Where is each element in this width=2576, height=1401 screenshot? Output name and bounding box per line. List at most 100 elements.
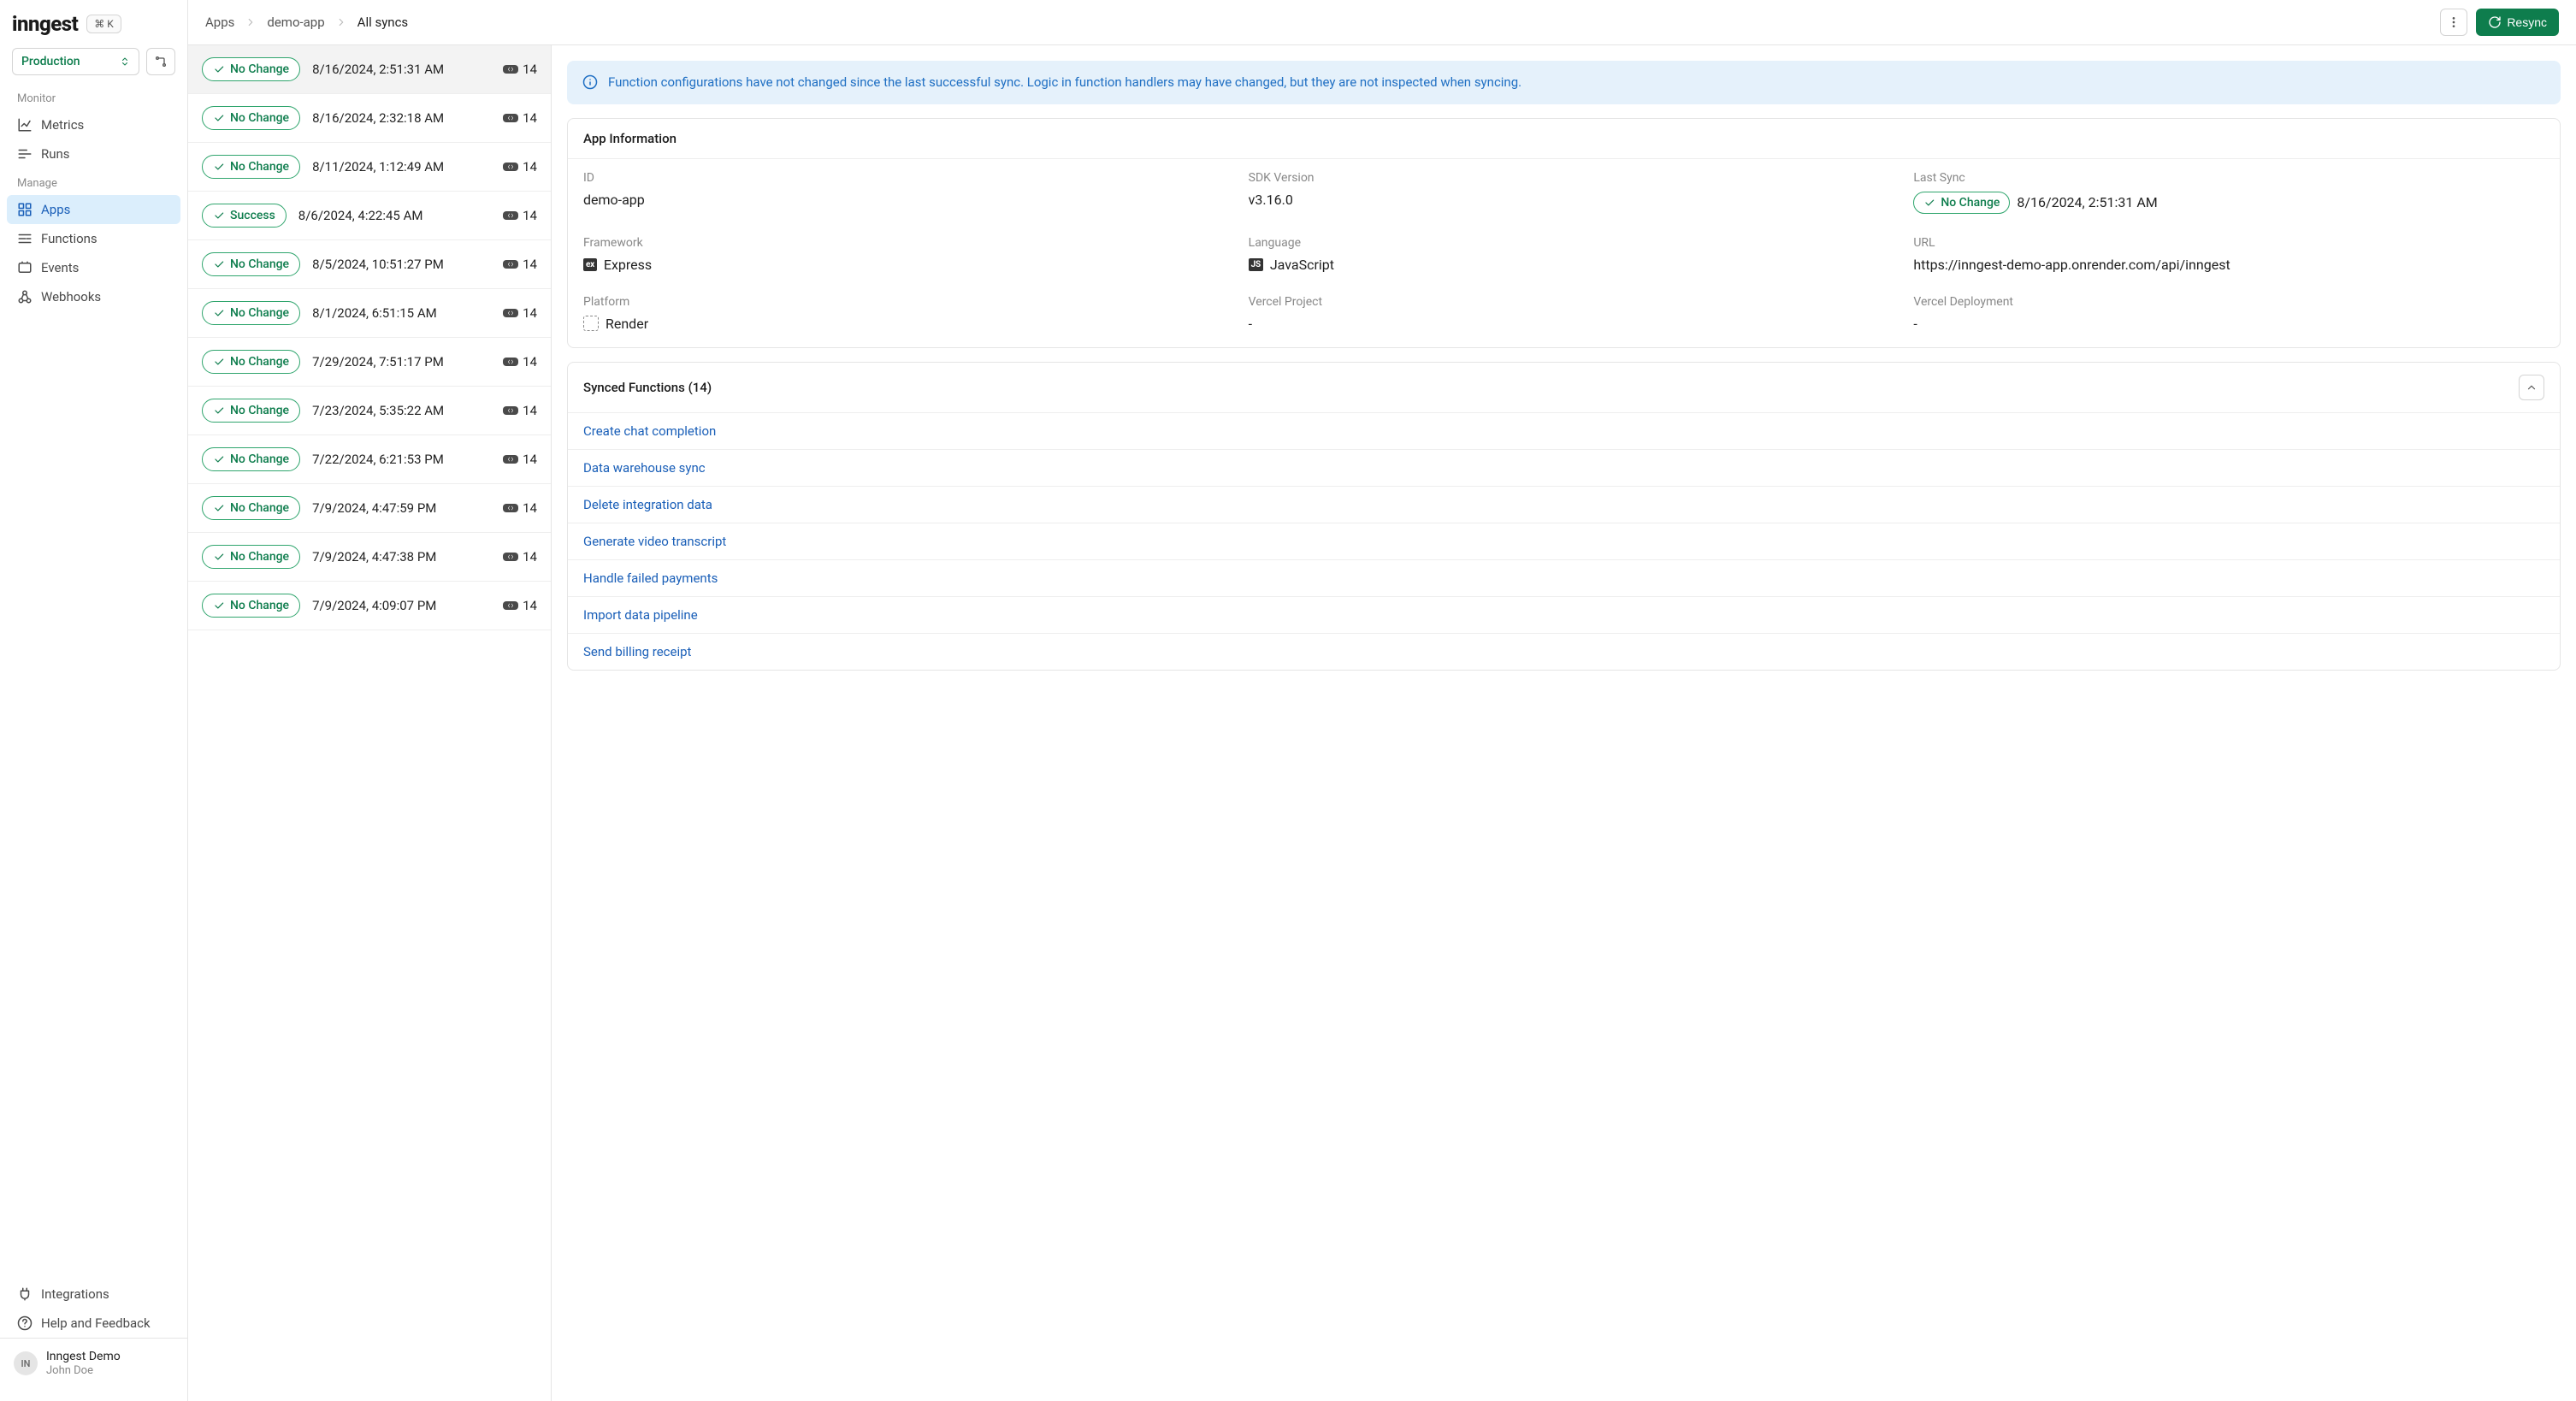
sync-count-value: 14 bbox=[523, 500, 537, 516]
sync-count-value: 14 bbox=[523, 110, 537, 126]
nav-label: Metrics bbox=[41, 117, 84, 133]
sync-item[interactable]: No Change 8/1/2024, 6:51:15 AM 14 bbox=[188, 289, 551, 338]
sync-status-pill: No Change bbox=[202, 350, 300, 374]
sync-status-pill: No Change bbox=[202, 252, 300, 276]
sync-count: 14 bbox=[503, 354, 537, 369]
sync-list: No Change 8/16/2024, 2:51:31 AM 14 No Ch… bbox=[188, 45, 552, 1401]
sync-count-value: 14 bbox=[523, 159, 537, 174]
sync-date: 7/9/2024, 4:47:38 PM bbox=[312, 549, 491, 565]
synced-functions-card: Synced Functions (14) Create chat comple… bbox=[567, 362, 2561, 671]
nav-label: Webhooks bbox=[41, 289, 101, 304]
check-icon bbox=[1923, 197, 1935, 209]
check-icon bbox=[213, 307, 225, 319]
nav-apps[interactable]: Apps bbox=[7, 195, 180, 224]
function-link[interactable]: Delete integration data bbox=[568, 487, 2560, 523]
platform-label: Platform bbox=[583, 295, 1214, 309]
nav-label: Help and Feedback bbox=[41, 1315, 151, 1331]
function-link[interactable]: Handle failed payments bbox=[568, 560, 2560, 597]
function-count-icon bbox=[503, 504, 518, 512]
javascript-icon: JS bbox=[1249, 258, 1263, 271]
nav-runs[interactable]: Runs bbox=[0, 139, 187, 168]
lastsync-status: No Change bbox=[1941, 196, 2000, 210]
select-caret-icon bbox=[120, 56, 130, 67]
sync-count: 14 bbox=[503, 403, 537, 418]
function-link[interactable]: Send billing receipt bbox=[568, 634, 2560, 670]
sync-item[interactable]: No Change 8/16/2024, 2:32:18 AM 14 bbox=[188, 94, 551, 143]
avatar: IN bbox=[14, 1351, 38, 1375]
check-icon bbox=[213, 551, 225, 563]
user-org: Inngest Demo bbox=[46, 1349, 121, 1364]
nav-webhooks[interactable]: Webhooks bbox=[0, 282, 187, 311]
environment-selector[interactable]: Production bbox=[12, 48, 139, 75]
user-menu[interactable]: IN Inngest Demo John Doe bbox=[0, 1338, 187, 1389]
nav-functions[interactable]: Functions bbox=[0, 224, 187, 253]
platform-value: Render bbox=[606, 316, 648, 332]
check-icon bbox=[213, 210, 225, 222]
sync-status-text: No Change bbox=[230, 306, 289, 320]
resync-button[interactable]: Resync bbox=[2476, 9, 2559, 36]
sync-item[interactable]: No Change 7/9/2024, 4:47:38 PM 14 bbox=[188, 533, 551, 582]
check-icon bbox=[213, 356, 225, 368]
breadcrumb-apps[interactable]: Apps bbox=[205, 15, 234, 30]
sync-count: 14 bbox=[503, 257, 537, 272]
function-count-icon bbox=[503, 163, 518, 171]
sync-status-text: No Change bbox=[230, 111, 289, 125]
lastsync-date: 8/16/2024, 2:51:31 AM bbox=[2017, 194, 2157, 210]
function-link[interactable]: Create chat completion bbox=[568, 413, 2560, 450]
sync-item[interactable]: No Change 7/9/2024, 4:47:59 PM 14 bbox=[188, 484, 551, 533]
url-value: https://inngest-demo-app.onrender.com/ap… bbox=[1913, 257, 2544, 273]
sync-status-pill: No Change bbox=[202, 106, 300, 130]
metrics-icon bbox=[17, 117, 32, 133]
sync-item[interactable]: No Change 7/29/2024, 7:51:17 PM 14 bbox=[188, 338, 551, 387]
more-actions-button[interactable] bbox=[2440, 9, 2467, 36]
command-k-shortcut[interactable]: ⌘ K bbox=[86, 15, 121, 33]
events-icon bbox=[17, 260, 32, 275]
function-count-icon bbox=[503, 406, 518, 415]
express-icon: ex bbox=[583, 258, 597, 271]
sync-date: 8/5/2024, 10:51:27 PM bbox=[312, 257, 491, 272]
breadcrumb-current: All syncs bbox=[357, 15, 409, 30]
sync-count-value: 14 bbox=[523, 549, 537, 565]
function-count-icon bbox=[503, 601, 518, 610]
sync-count: 14 bbox=[503, 62, 537, 77]
function-list: Create chat completionData warehouse syn… bbox=[568, 413, 2560, 670]
sync-item[interactable]: No Change 8/11/2024, 1:12:49 AM 14 bbox=[188, 143, 551, 192]
breadcrumb-app[interactable]: demo-app bbox=[267, 15, 324, 30]
function-count-icon bbox=[503, 309, 518, 317]
environment-settings-button[interactable] bbox=[146, 48, 175, 75]
sync-count: 14 bbox=[503, 305, 537, 321]
sync-count: 14 bbox=[503, 500, 537, 516]
sync-date: 7/9/2024, 4:09:07 PM bbox=[312, 598, 491, 613]
sync-item[interactable]: Success 8/6/2024, 4:22:45 AM 14 bbox=[188, 192, 551, 240]
function-link[interactable]: Generate video transcript bbox=[568, 523, 2560, 560]
sync-date: 8/11/2024, 1:12:49 AM bbox=[312, 159, 491, 174]
sync-status-text: No Change bbox=[230, 501, 289, 515]
nav-metrics[interactable]: Metrics bbox=[0, 110, 187, 139]
sync-status-pill: No Change bbox=[202, 496, 300, 520]
runs-icon bbox=[17, 146, 32, 162]
collapse-functions-button[interactable] bbox=[2519, 375, 2544, 400]
check-icon bbox=[213, 161, 225, 173]
language-label: Language bbox=[1249, 236, 1880, 250]
nav-integrations[interactable]: Integrations bbox=[0, 1280, 187, 1309]
sync-item[interactable]: No Change 8/16/2024, 2:51:31 AM 14 bbox=[188, 45, 551, 94]
apps-icon bbox=[17, 202, 32, 217]
refresh-icon bbox=[2488, 15, 2502, 29]
id-label: ID bbox=[583, 171, 1214, 185]
function-count-icon bbox=[503, 455, 518, 464]
sync-count-value: 14 bbox=[523, 354, 537, 369]
function-link[interactable]: Data warehouse sync bbox=[568, 450, 2560, 487]
function-link[interactable]: Import data pipeline bbox=[568, 597, 2560, 634]
sync-status-text: No Change bbox=[230, 62, 289, 76]
check-icon bbox=[213, 405, 225, 417]
sync-item[interactable]: No Change 7/22/2024, 6:21:53 PM 14 bbox=[188, 435, 551, 484]
check-icon bbox=[213, 112, 225, 124]
nav-help[interactable]: Help and Feedback bbox=[0, 1309, 187, 1338]
synced-functions-title: Synced Functions (14) bbox=[583, 380, 712, 395]
environment-label: Production bbox=[21, 55, 80, 68]
sync-item[interactable]: No Change 7/23/2024, 5:35:22 AM 14 bbox=[188, 387, 551, 435]
nav-events[interactable]: Events bbox=[0, 253, 187, 282]
sync-item[interactable]: No Change 8/5/2024, 10:51:27 PM 14 bbox=[188, 240, 551, 289]
sync-item[interactable]: No Change 7/9/2024, 4:09:07 PM 14 bbox=[188, 582, 551, 630]
chevron-up-icon bbox=[2526, 381, 2538, 393]
